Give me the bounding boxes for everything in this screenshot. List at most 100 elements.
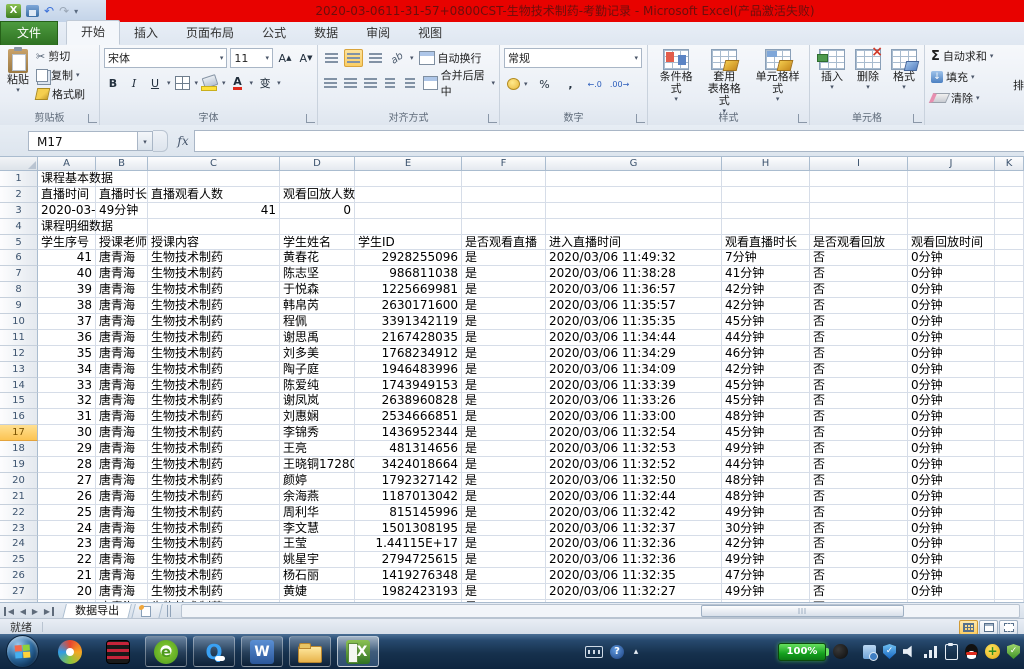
cell-G25[interactable]: 2020/03/06 11:32:36 — [546, 552, 722, 568]
ribbon-tab-formulas[interactable]: 公式 — [248, 22, 300, 45]
shrink-font-button[interactable]: A▼ — [297, 50, 315, 66]
cell-K23[interactable] — [995, 521, 1024, 537]
align-left-button[interactable] — [322, 74, 339, 92]
cell-E15[interactable]: 2638960828 — [355, 393, 462, 409]
select-all-corner[interactable] — [0, 157, 38, 171]
cell-B2[interactable]: 直播时长 — [96, 187, 148, 203]
column-header-C[interactable]: C — [148, 157, 280, 171]
clear-button[interactable]: 清除▾ — [929, 89, 1022, 107]
decrease-indent-button[interactable] — [382, 74, 399, 92]
cell-J21[interactable]: 0分钟 — [908, 489, 995, 505]
row-header-27[interactable]: 27 — [0, 584, 38, 600]
cell-A23[interactable]: 24 — [38, 521, 96, 537]
cell-C28[interactable]: 生物技术制药 — [148, 600, 280, 602]
cell-G27[interactable]: 2020/03/06 11:32:27 — [546, 584, 722, 600]
name-box-dropdown-icon[interactable]: ▾ — [138, 131, 153, 151]
cell-J19[interactable]: 0分钟 — [908, 457, 995, 473]
cell-F20[interactable]: 是 — [462, 473, 546, 489]
cell-C12[interactable]: 生物技术制药 — [148, 346, 280, 362]
cell-I15[interactable]: 否 — [810, 393, 908, 409]
autosum-button[interactable]: Σ自动求和▾ — [929, 47, 1022, 65]
cell-E5[interactable]: 学生ID — [355, 235, 462, 251]
cell-G9[interactable]: 2020/03/06 11:35:57 — [546, 298, 722, 314]
cell-K15[interactable] — [995, 393, 1024, 409]
cell-K25[interactable] — [995, 552, 1024, 568]
show-hidden-icon[interactable] — [631, 647, 641, 657]
cell-K21[interactable] — [995, 489, 1024, 505]
cell-D17[interactable]: 李锦秀 — [280, 425, 355, 441]
cell-D2[interactable]: 观看回放人数 — [280, 187, 355, 203]
ribbon-tab-file[interactable]: 文件 — [0, 21, 58, 45]
cell-B20[interactable]: 唐青海 — [96, 473, 148, 489]
cell-F21[interactable]: 是 — [462, 489, 546, 505]
cell-J13[interactable]: 0分钟 — [908, 362, 995, 378]
cell-A27[interactable]: 20 — [38, 584, 96, 600]
ribbon-tab-view[interactable]: 视图 — [404, 22, 456, 45]
comma-button[interactable]: , — [562, 76, 580, 92]
cell-C15[interactable]: 生物技术制药 — [148, 393, 280, 409]
ribbon-tab-page-layout[interactable]: 页面布局 — [172, 22, 248, 45]
cell-H11[interactable]: 44分钟 — [722, 330, 810, 346]
cell-J9[interactable]: 0分钟 — [908, 298, 995, 314]
cell-B7[interactable]: 唐青海 — [96, 266, 148, 282]
cell-H5[interactable]: 观看直播时长 — [722, 235, 810, 251]
accounting-format-button[interactable] — [504, 76, 522, 92]
cell-A3[interactable]: 2020-03-06 — [38, 203, 96, 219]
cell-J28[interactable] — [908, 600, 995, 602]
cell-C7[interactable]: 生物技术制药 — [148, 266, 280, 282]
cell-F2[interactable] — [462, 187, 546, 203]
cell-G21[interactable]: 2020/03/06 11:32:44 — [546, 489, 722, 505]
redo-icon[interactable]: ↷ — [59, 5, 69, 17]
cell-H6[interactable]: 7分钟 — [722, 250, 810, 266]
cell-A26[interactable]: 21 — [38, 568, 96, 584]
cell-H1[interactable] — [722, 171, 810, 187]
cell-styles-button[interactable]: 单元格样式 ▾ — [748, 47, 807, 116]
cell-B18[interactable]: 唐青海 — [96, 441, 148, 457]
cell-C17[interactable]: 生物技术制药 — [148, 425, 280, 441]
cell-F19[interactable]: 是 — [462, 457, 546, 473]
cell-C14[interactable]: 生物技术制药 — [148, 378, 280, 394]
cell-G19[interactable]: 2020/03/06 11:32:52 — [546, 457, 722, 473]
underline-button[interactable]: U — [146, 75, 164, 91]
cell-G23[interactable]: 2020/03/06 11:32:37 — [546, 521, 722, 537]
cell-D1[interactable] — [280, 171, 355, 187]
cell-A20[interactable]: 27 — [38, 473, 96, 489]
cell-A11[interactable]: 36 — [38, 330, 96, 346]
row-header-21[interactable]: 21 — [0, 489, 38, 505]
cell-I18[interactable]: 否 — [810, 441, 908, 457]
save-icon[interactable] — [26, 5, 39, 17]
page-layout-view-button[interactable] — [979, 620, 998, 635]
cell-F18[interactable]: 是 — [462, 441, 546, 457]
cell-C25[interactable]: 生物技术制药 — [148, 552, 280, 568]
cell-B26[interactable]: 唐青海 — [96, 568, 148, 584]
volume-icon[interactable] — [903, 645, 917, 658]
ribbon-tab-review[interactable]: 审阅 — [352, 22, 404, 45]
row-header-11[interactable]: 11 — [0, 330, 38, 346]
cell-C22[interactable]: 生物技术制药 — [148, 505, 280, 521]
cell-D15[interactable]: 谢凤岚 — [280, 393, 355, 409]
cell-K27[interactable] — [995, 584, 1024, 600]
qq-icon[interactable] — [965, 644, 978, 659]
cell-H10[interactable]: 45分钟 — [722, 314, 810, 330]
font-name-select[interactable]: 宋体▾ — [104, 48, 227, 68]
cell-B24[interactable]: 唐青海 — [96, 536, 148, 552]
cell-F11[interactable]: 是 — [462, 330, 546, 346]
cell-F23[interactable]: 是 — [462, 521, 546, 537]
column-header-J[interactable]: J — [908, 157, 995, 171]
cell-C9[interactable]: 生物技术制药 — [148, 298, 280, 314]
cell-D28[interactable] — [280, 600, 355, 602]
align-bottom-button[interactable] — [366, 49, 385, 67]
cell-K22[interactable] — [995, 505, 1024, 521]
cell-A8[interactable]: 39 — [38, 282, 96, 298]
cell-I16[interactable]: 否 — [810, 409, 908, 425]
cell-C1[interactable] — [148, 171, 280, 187]
cell-I14[interactable]: 否 — [810, 378, 908, 394]
cell-B1[interactable] — [96, 171, 148, 187]
increase-indent-button[interactable] — [402, 74, 419, 92]
formula-input[interactable] — [194, 130, 1024, 152]
cell-I6[interactable]: 否 — [810, 250, 908, 266]
cell-F16[interactable]: 是 — [462, 409, 546, 425]
row-header-20[interactable]: 20 — [0, 473, 38, 489]
security-shield-icon[interactable] — [883, 644, 896, 659]
cell-J2[interactable] — [908, 187, 995, 203]
